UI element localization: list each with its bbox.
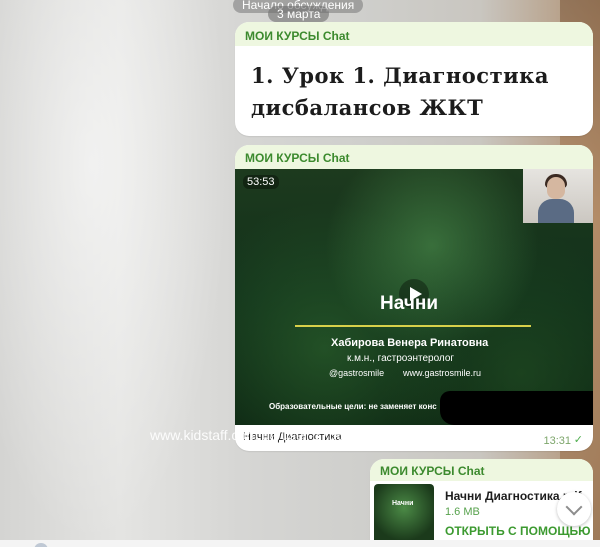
check-icon: ✓ [573,434,583,446]
chevron-down-icon[interactable] [557,492,591,526]
message-bubble[interactable]: МОИ КУРСЫ Chat 53:53 Начни Хабирова Вене… [235,145,593,451]
video-site: www.gastrosmile.ru [403,368,482,378]
video-title-underline [295,325,531,327]
sender-name[interactable]: МОИ КУРСЫ Chat [235,22,593,46]
message-text: 1. Урок 1. Диагностика дисбалансов ЖКТ [251,63,549,120]
video-goal: Образовательные цели: не заменяет конс [269,402,437,411]
video-presenter: Хабирова Венера Ринатовна [331,337,489,349]
video-frame[interactable]: 53:53 Начни Хабирова Венера Ринатовна к.… [235,169,593,425]
message-caption: Начни Диагностика [243,431,342,443]
date-pill: 3 марта [268,6,330,22]
presenter-head [547,177,565,199]
background-blur [0,0,230,547]
video-player[interactable]: 53:53 Начни Хабирова Венера Ринатовна к.… [235,169,593,451]
presenter-cam [523,169,593,223]
sender-name[interactable]: МОИ КУРСЫ Chat [235,145,593,169]
file-size: 1.6 MB [445,506,480,518]
sender-name[interactable]: МОИ КУРСЫ Chat [370,459,593,481]
video-role: к.м.н., гастроэнтеролог [347,353,455,364]
message-time: 13:31 [543,435,571,447]
thumbnail-text: Начни [392,500,414,507]
redaction-block [440,391,593,425]
video-handle: @gastrosmile [329,368,385,378]
composer-bar[interactable] [0,540,600,547]
file-thumbnail[interactable]: Начни [374,484,434,544]
video-title: Начни [380,293,439,314]
presenter-body [538,199,574,223]
video-duration: 53:53 [243,175,279,189]
open-with-button[interactable]: ОТКРЫТЬ С ПОМОЩЬЮ [445,524,591,538]
message-bubble[interactable]: МОИ КУРСЫ Chat 1. Урок 1. Диагностика ди… [235,22,593,136]
